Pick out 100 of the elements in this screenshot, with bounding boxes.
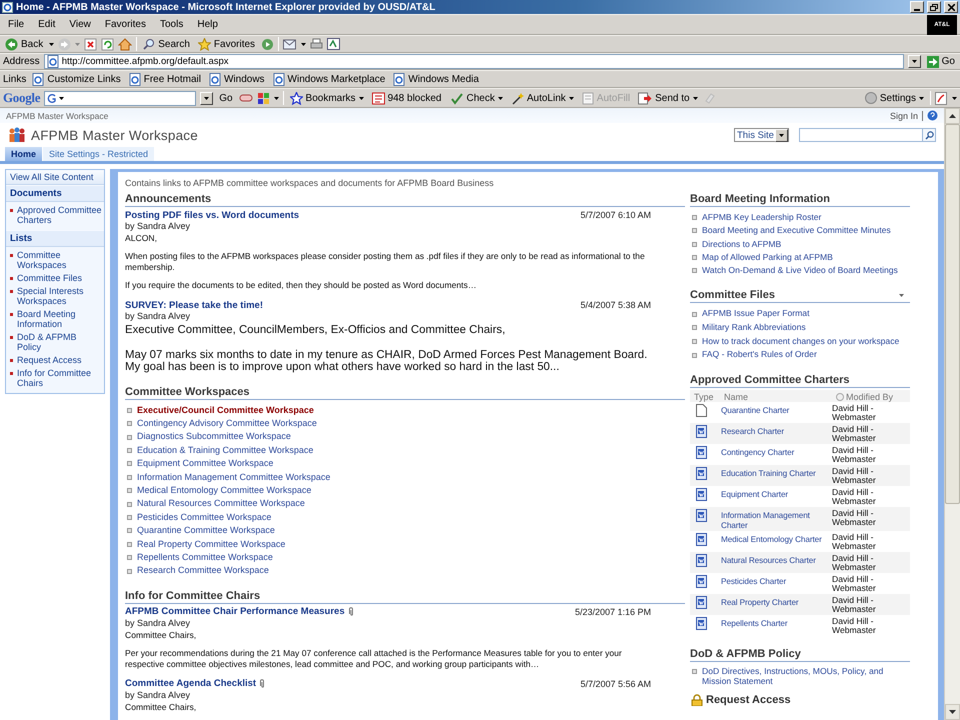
toolbar-button[interactable]: Send to bbox=[636, 92, 700, 104]
address-url: http://committee.afpmb.org/default.aspx bbox=[62, 56, 229, 67]
address-dropdown-button[interactable] bbox=[908, 55, 921, 68]
bullet-icon bbox=[10, 372, 13, 375]
list-link[interactable]: Map of Allowed Parking at AFPMB bbox=[702, 250, 833, 264]
nav-heading[interactable]: Documents bbox=[6, 185, 104, 202]
post-date: 5/7/2007 6:10 AM bbox=[580, 210, 651, 220]
view-all-link[interactable]: View All Site Content bbox=[6, 170, 104, 185]
maximize-button[interactable] bbox=[927, 1, 941, 13]
menu-item[interactable]: Favorites bbox=[100, 19, 151, 30]
charter-link[interactable]: Contingency Charter bbox=[720, 446, 832, 458]
nav-link[interactable]: Committee Files bbox=[17, 273, 82, 283]
workspace-link[interactable]: Education & Training Committee Workspace bbox=[137, 444, 314, 458]
toolbar-button[interactable]: AutoLink bbox=[508, 92, 576, 104]
links-label: Links bbox=[3, 74, 26, 84]
post-title-link[interactable]: Posting PDF files vs. Word documents bbox=[125, 210, 300, 220]
scrollbar-thumb[interactable] bbox=[945, 124, 960, 504]
close-button[interactable] bbox=[944, 1, 958, 13]
charter-link[interactable]: Equipment Charter bbox=[720, 488, 832, 500]
list-link[interactable]: How to track document changes on your workspace bbox=[702, 334, 900, 348]
link-button[interactable]: Windows Marketplace bbox=[270, 72, 388, 86]
workspace-link[interactable]: Equipment Committee Workspace bbox=[137, 457, 274, 471]
menu-item[interactable]: Help bbox=[192, 19, 223, 30]
charter-link[interactable]: Natural Resources Charter bbox=[720, 554, 832, 566]
google-dropdown-button[interactable] bbox=[200, 92, 214, 104]
charter-link[interactable]: Repellents Charter bbox=[720, 616, 832, 629]
post-title-link[interactable]: SURVEY: Please take the time! bbox=[125, 300, 263, 310]
nav-tab[interactable]: Home bbox=[5, 147, 42, 161]
post-paragraph: Executive Committee, CouncilMembers, Ex-Officios and Committee Chairs, bbox=[125, 324, 506, 336]
charter-link[interactable]: Pesticides Charter bbox=[720, 574, 832, 587]
google-search-field[interactable] bbox=[44, 90, 196, 106]
workspace-link[interactable]: Diagnostics Subcommittee Workspace bbox=[137, 430, 291, 444]
workspace-link[interactable]: Pesticides Committee Workspace bbox=[137, 510, 272, 524]
workspace-link[interactable]: Information Management Committee Workspace bbox=[137, 470, 330, 484]
list-link[interactable]: Board Meeting and Executive Committee Minutes bbox=[702, 224, 891, 238]
workspace-link[interactable]: Natural Resources Committee Workspace bbox=[137, 497, 305, 511]
list-link[interactable]: Watch On-Demand & Live Video of Board Meetings bbox=[702, 264, 898, 278]
post-title-link[interactable]: Committee Agenda Checklist bbox=[125, 678, 256, 690]
bullet-icon bbox=[127, 408, 132, 413]
sign-in-link[interactable]: Sign In bbox=[890, 110, 923, 120]
go-arrow-icon bbox=[926, 56, 939, 68]
workspace-link[interactable]: Executive/Council Committee Workspace bbox=[137, 404, 314, 417]
toolbar-button[interactable]: 948 blocked bbox=[370, 92, 444, 104]
toolbar-button[interactable]: Check bbox=[448, 92, 505, 104]
favorites-button[interactable]: Favorites bbox=[196, 38, 258, 50]
section-title: Board Meeting Information bbox=[690, 193, 830, 205]
go-button[interactable]: Go bbox=[924, 56, 957, 68]
bullet-icon bbox=[127, 421, 132, 426]
charter-link[interactable]: Education Training Charter bbox=[720, 466, 832, 479]
charter-link[interactable]: Real Property Charter bbox=[720, 596, 832, 608]
menu-item[interactable]: File bbox=[3, 19, 30, 30]
nav-link[interactable]: Approved Committee Charters bbox=[17, 205, 102, 225]
list-link[interactable]: AFPMB Issue Paper Format bbox=[702, 307, 810, 322]
modified-by-cell-text: David Hill - Webmaster bbox=[832, 404, 877, 423]
nav-link[interactable]: Request Access bbox=[17, 355, 82, 365]
page-icon bbox=[272, 72, 285, 86]
search-button[interactable] bbox=[922, 128, 936, 142]
charter-link[interactable]: Research Charter bbox=[720, 424, 832, 437]
list-link[interactable]: AFPMB Key Leadership Roster bbox=[702, 211, 822, 224]
workspace-link[interactable]: Quarantine Committee Workspace bbox=[137, 524, 275, 538]
post-title-link[interactable]: AFPMB Committee Chair Performance Measures bbox=[125, 606, 345, 618]
workspace-link[interactable]: Contingency Advisory Committee Workspace bbox=[137, 416, 317, 430]
send-icon bbox=[638, 92, 652, 104]
list-link[interactable]: FAQ - Robert's Rules of Order bbox=[702, 348, 817, 362]
post-date: 5/7/2007 5:56 AM bbox=[580, 678, 651, 689]
workspace-link[interactable]: Repellents Committee Workspace bbox=[137, 550, 273, 564]
charter-link[interactable]: Information Management Charter bbox=[720, 508, 832, 531]
search-scope-dropdown[interactable]: This Site bbox=[734, 128, 789, 142]
menu-item[interactable]: View bbox=[64, 19, 96, 30]
google-go-button[interactable]: Go bbox=[217, 92, 235, 104]
workspace-link[interactable]: Real Property Committee Workspace bbox=[137, 538, 286, 551]
address-field[interactable]: http://committee.afpmb.org/default.aspx bbox=[44, 54, 904, 69]
nav-link[interactable]: Committee Workspaces bbox=[17, 250, 102, 270]
list-link[interactable]: Directions to AFPMB bbox=[702, 238, 782, 251]
nav-tab[interactable]: Site Settings - Restricted bbox=[43, 147, 154, 161]
nav-link[interactable]: Info for Committee Chairs bbox=[17, 368, 102, 388]
scrollbar[interactable] bbox=[944, 108, 960, 720]
workspace-link[interactable]: Research Committee Workspace bbox=[137, 564, 269, 578]
link-button[interactable]: Windows Media bbox=[391, 72, 481, 86]
search-field[interactable] bbox=[799, 128, 923, 142]
settings-button[interactable]: Settings bbox=[862, 92, 926, 104]
link-button[interactable]: Free Hotmail bbox=[126, 72, 203, 86]
nav-link[interactable]: Board Meeting Information bbox=[17, 309, 102, 329]
nav-link[interactable]: DoD & AFPMB Policy bbox=[17, 332, 102, 352]
back-button[interactable]: Back bbox=[3, 38, 46, 50]
link-button[interactable]: Customize Links bbox=[30, 72, 123, 86]
list-link[interactable]: Military Rank Abbreviations bbox=[702, 321, 806, 335]
workspace-link[interactable]: Medical Entomology Committee Workspace bbox=[137, 484, 312, 498]
nav-link[interactable]: Special Interests Workspaces bbox=[17, 286, 102, 306]
nav-heading[interactable]: Lists bbox=[6, 230, 104, 247]
charter-link[interactable]: Quarantine Charter bbox=[720, 404, 832, 416]
caret-icon bbox=[75, 42, 80, 46]
list-link[interactable]: DoD Directives, Instructions, MOUs, Policy, and Mission Statement bbox=[702, 666, 910, 687]
menu-item[interactable]: Tools bbox=[154, 19, 188, 30]
charter-link[interactable]: Medical Entomology Charter bbox=[720, 532, 832, 545]
menu-item[interactable]: Edit bbox=[33, 19, 60, 30]
minimize-button[interactable] bbox=[910, 1, 924, 13]
link-button[interactable]: Windows bbox=[206, 72, 267, 86]
search-button[interactable]: Search bbox=[141, 38, 192, 50]
toolbar-button[interactable]: Bookmarks bbox=[288, 92, 366, 104]
